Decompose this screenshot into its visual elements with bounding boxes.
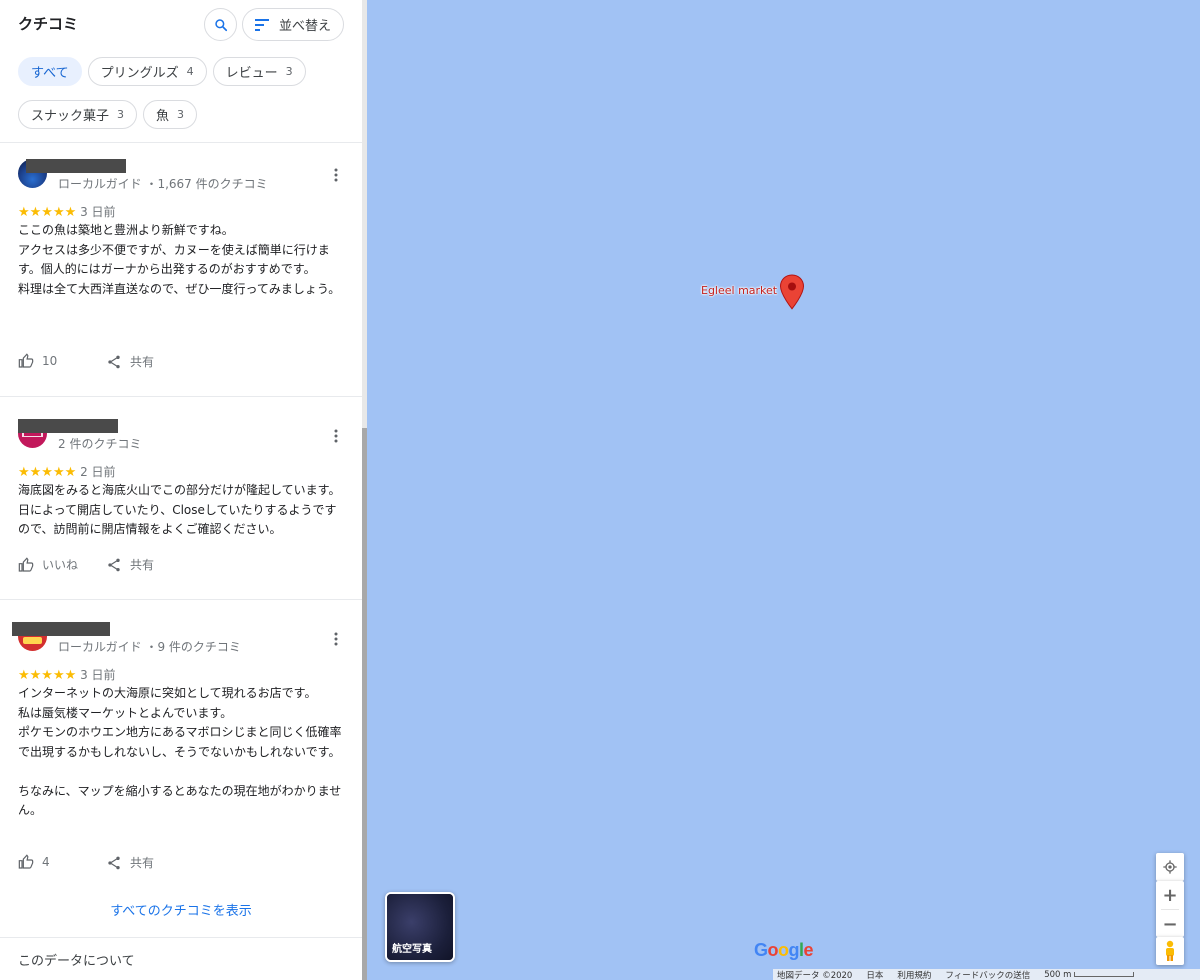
chip-review[interactable]: レビュー 3	[212, 57, 306, 86]
share-icon	[108, 355, 120, 368]
star-rating: ★★★★★	[18, 668, 77, 683]
more-options-button[interactable]	[328, 428, 344, 444]
share-icon	[108, 856, 120, 869]
review-date: 2 日前	[80, 465, 116, 479]
feedback-link[interactable]: フィードバックの送信	[945, 969, 1030, 980]
show-all-reviews-link[interactable]: すべてのクチコミを表示	[0, 900, 362, 919]
country-label: 日本	[866, 970, 884, 980]
search-icon	[214, 18, 227, 31]
star-rating: ★★★★★	[18, 205, 77, 220]
thumbs-up-icon	[18, 854, 34, 869]
star-rating: ★★★★★	[18, 465, 77, 480]
kebab-icon	[334, 168, 338, 182]
zoom-controls: + −	[1156, 881, 1184, 937]
share-icon	[108, 558, 120, 571]
scale-label: 500 m	[1044, 969, 1072, 980]
plus-icon: +	[1162, 884, 1178, 906]
about-label: このデータについて	[18, 954, 135, 969]
like-button[interactable]: 10	[18, 353, 57, 369]
pegman-icon	[1166, 940, 1174, 961]
satellite-toggle[interactable]: 航空写真	[385, 892, 455, 962]
share-label: 共有	[130, 558, 155, 572]
reviews-header: クチコミ 並べ替え	[18, 8, 348, 41]
chip-count: 3	[117, 108, 125, 121]
chip-label: 魚	[156, 109, 170, 124]
street-view-pegman-button[interactable]	[1156, 937, 1184, 965]
chip-fish[interactable]: 魚3	[143, 100, 198, 129]
like-button[interactable]: 4	[18, 854, 50, 870]
zoom-out-button[interactable]: −	[1156, 910, 1184, 938]
chip-label: すべて	[31, 66, 69, 81]
thumbs-up-icon	[18, 556, 34, 572]
review-date: 3 日前	[80, 205, 116, 219]
kebab-icon	[334, 429, 338, 443]
chip-label: スナック菓子	[31, 109, 110, 124]
place-label[interactable]: Egleel market	[701, 284, 777, 297]
review-text: 海底図をみると海底火山でこの部分だけが隆起しています。日によって開店していたり、…	[18, 483, 341, 536]
like-button[interactable]: いいね	[18, 556, 78, 573]
review-card: 2 件のクチコミ ★★★★★ 2 日前 海底図をみると海底火山でこの部分だけが隆…	[0, 396, 362, 599]
review-text: インターネットの大海原に突如として現れるお店です。 私は蜃気楼マーケットとよんで…	[18, 686, 342, 817]
like-count: いいね	[42, 558, 79, 572]
kebab-icon	[334, 632, 338, 646]
share-button[interactable]: 共有	[106, 854, 154, 871]
more-options-button[interactable]	[328, 631, 344, 647]
reviewer-meta: 2 件のクチコミ	[58, 437, 142, 451]
review-card: ローカルガイド ・9 件のクチコミ ★★★★★ 3 日前 インターネットの大海原…	[0, 599, 362, 889]
map-footer: 地図データ ©2020 日本 利用規約 フィードバックの送信 500 m	[773, 969, 1200, 980]
redacted-name	[18, 419, 118, 433]
search-button[interactable]	[204, 8, 237, 41]
map-pin-icon[interactable]	[779, 274, 805, 310]
review-card: ローカルガイド ・1,667 件のクチコミ ★★★★★ 3 日前 ここの魚は築地…	[0, 142, 362, 396]
scale-bar	[1074, 971, 1135, 977]
reviewer-meta: ローカルガイド ・9 件のクチコミ	[58, 640, 241, 654]
rating-row: ★★★★★ 2 日前	[18, 463, 116, 480]
share-label: 共有	[130, 856, 155, 870]
google-logo: Google	[754, 940, 814, 960]
redacted-name	[12, 622, 110, 636]
share-button[interactable]: 共有	[106, 353, 154, 370]
zoom-in-button[interactable]: +	[1156, 881, 1184, 909]
like-count: 10	[42, 354, 58, 368]
reviewer-meta: ローカルガイド ・1,667 件のクチコミ	[58, 177, 268, 191]
review-text: ここの魚は築地と豊洲より新鮮ですね。 アクセスは多少不便ですが、カヌーを使えば簡…	[18, 223, 341, 296]
more-options-button[interactable]	[328, 167, 344, 183]
my-location-button[interactable]	[1156, 853, 1184, 881]
chip-count: 4	[186, 65, 194, 78]
sort-label: 並べ替え	[278, 19, 331, 34]
sort-icon	[254, 18, 269, 31]
share-button[interactable]: 共有	[106, 556, 154, 573]
map-data-attribution[interactable]: 地図データ ©2020	[777, 969, 852, 980]
chip-label: レビュー	[225, 66, 278, 81]
chip-all[interactable]: すべて	[18, 57, 82, 86]
scale-control[interactable]: 500 m	[1044, 969, 1135, 980]
rating-row: ★★★★★ 3 日前	[18, 203, 116, 220]
chip-count: 3	[177, 108, 185, 121]
map-canvas[interactable]: Egleel market + − 航空写真 Google 地図データ ©202…	[367, 0, 1200, 980]
location-target-icon	[1163, 860, 1177, 874]
satellite-label: 航空写真	[392, 944, 432, 955]
chip-snack[interactable]: スナック菓子 3	[18, 100, 138, 129]
thumbs-up-icon	[18, 353, 34, 368]
reviews-panel: クチコミ 並べ替え すべて プリングルズ 4 レビュー 3 スナック菓子 3 魚3 ロ…	[0, 0, 362, 980]
chip-label: プリングルズ	[100, 66, 179, 81]
sort-button[interactable]: 並べ替え	[242, 8, 344, 41]
like-count: 4	[42, 855, 50, 869]
rating-row: ★★★★★ 3 日前	[18, 666, 116, 683]
terms-link[interactable]: 利用規約	[897, 969, 931, 980]
share-label: 共有	[130, 355, 155, 369]
chip-count: 3	[285, 65, 293, 78]
redacted-name	[26, 159, 126, 173]
filter-chips: すべて プリングルズ 4 レビュー 3 スナック菓子 3 魚3	[18, 57, 348, 143]
about-this-data-link[interactable]: このデータについて	[0, 937, 362, 980]
chip-pringles[interactable]: プリングルズ 4	[87, 57, 207, 86]
minus-icon: −	[1162, 913, 1178, 935]
review-date: 3 日前	[80, 668, 116, 682]
